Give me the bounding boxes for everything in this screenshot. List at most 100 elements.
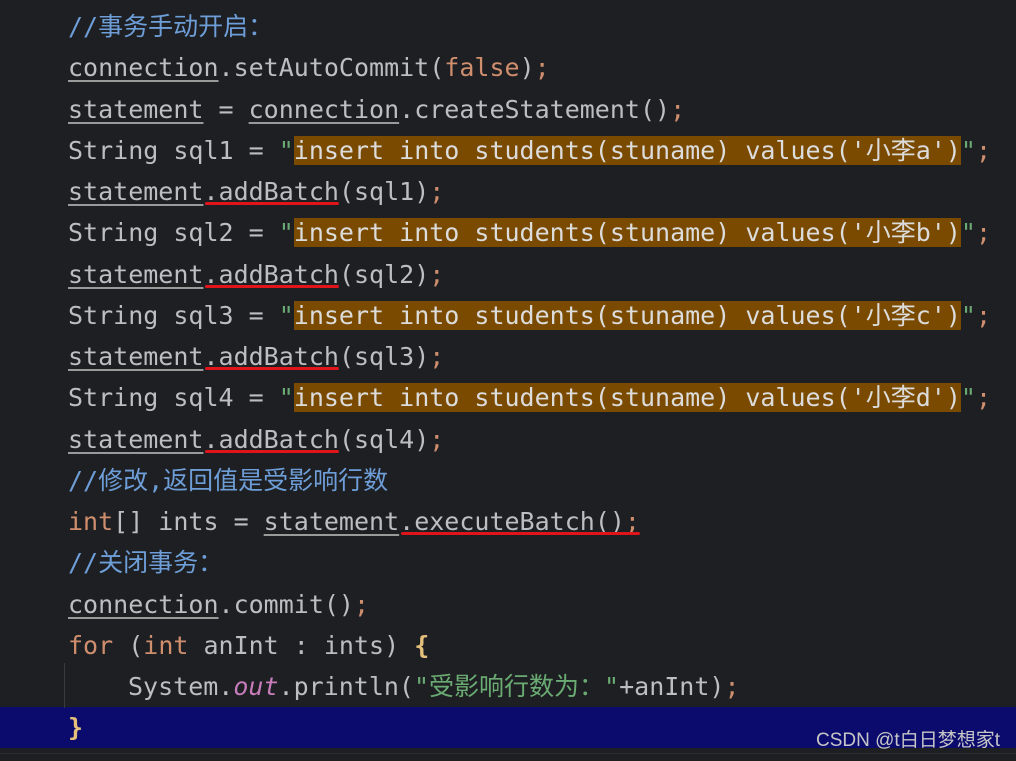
code-line-7[interactable]: statement.addBatch(sql2); [0, 254, 1016, 295]
code-token: anInt : ints) [188, 630, 415, 660]
code-token: ; [429, 259, 445, 289]
code-token: statement [68, 94, 204, 124]
indent-guide [64, 663, 65, 708]
code-token: " [960, 300, 976, 330]
code-line-2[interactable]: connection.setAutoCommit(false); [0, 47, 1016, 88]
code-token: insert into students(stuname) values('小李… [293, 300, 961, 330]
code-token: ( [113, 630, 144, 660]
code-line-13[interactable]: int[] ints = statement.executeBatch(); [0, 501, 1016, 542]
red-underline-mark [205, 367, 339, 370]
code-token: statement [68, 424, 204, 454]
code-token: " [278, 383, 294, 413]
code-line-4[interactable]: String sql1 = "insert into students(stun… [0, 130, 1016, 171]
code-text: statement.addBatch(sql1); [68, 171, 444, 212]
code-token: { [414, 630, 430, 660]
code-token: false [444, 53, 520, 83]
code-token: System. [128, 672, 234, 701]
code-text: connection.commit(); [68, 584, 369, 625]
code-text: statement = connection.createStatement()… [68, 89, 685, 130]
code-token: .commit() [218, 589, 354, 619]
code-text: statement.addBatch(sql3); [68, 336, 444, 377]
code-token: String sql1 = [68, 135, 279, 165]
code-token: ) [519, 53, 535, 83]
code-editor[interactable]: //事务手动开启： connection.setAutoCommit(false)… [0, 0, 1016, 761]
code-token: ; [975, 218, 992, 248]
code-token: out [233, 672, 279, 701]
code-token: statement [68, 177, 204, 206]
code-token: = [203, 94, 249, 124]
red-underline-mark [205, 284, 339, 288]
code-line-16[interactable]: for (int anInt : ints) { [0, 625, 1016, 666]
code-token: .createStatement() [399, 94, 671, 124]
code-token: (sql1) [338, 177, 430, 206]
code-token: for [68, 630, 114, 660]
code-token: ; [975, 135, 992, 165]
red-underline-mark [205, 202, 339, 205]
code-token: insert into students(stuname) values('小李… [293, 383, 961, 413]
code-token: connection [248, 94, 400, 124]
code-text: } [68, 707, 83, 748]
code-token: //事务手动开启： [68, 12, 274, 41]
code-token: (sql4) [338, 424, 430, 454]
code-text: for (int anInt : ints) { [68, 625, 429, 666]
code-text: String sql3 = "insert into students(stun… [68, 295, 991, 336]
code-line-8[interactable]: String sql3 = "insert into students(stun… [0, 295, 1016, 336]
code-token: int [143, 630, 189, 660]
code-line-5[interactable]: statement.addBatch(sql1); [0, 171, 1016, 212]
code-token: ; [353, 589, 370, 619]
code-text: int[] ints = statement.executeBatch(); [68, 501, 640, 542]
code-token: .setAutoCommit( [218, 53, 445, 83]
code-token: [] ints = [113, 507, 264, 536]
code-line-12[interactable]: //修改,返回值是受影响行数 [0, 460, 1016, 501]
code-token: " [960, 135, 976, 165]
code-token: int [68, 507, 114, 536]
code-token: statement [263, 507, 400, 536]
code-line-10[interactable]: String sql4 = "insert into students(stun… [0, 377, 1016, 418]
code-token: " [278, 135, 294, 165]
code-token: ; [429, 177, 445, 206]
code-token: //关闭事务： [68, 548, 224, 578]
code-token: ; [534, 53, 550, 83]
code-text: //关闭事务： [68, 542, 223, 583]
code-line-6[interactable]: String sql2 = "insert into students(stun… [0, 212, 1016, 253]
code-token: ; [670, 94, 686, 124]
code-token: +anInt) [619, 672, 725, 701]
code-token: ; [724, 672, 740, 701]
code-token: } [68, 713, 84, 743]
code-token: ; [429, 342, 445, 371]
code-token: " [960, 218, 976, 248]
code-token: //修改,返回值是受影响行数 [68, 465, 389, 495]
code-text: //事务手动开启： [68, 6, 273, 47]
code-line-17[interactable]: System.out.println("受影响行数为："+anInt); [0, 666, 1016, 707]
code-token: " [960, 383, 976, 413]
code-token: ; [975, 300, 992, 330]
partial-next-line [0, 753, 1016, 761]
code-line-14[interactable]: //关闭事务： [0, 542, 1016, 583]
code-token: (sql2) [338, 259, 430, 289]
red-underline-mark [205, 449, 339, 453]
code-token: " [278, 218, 294, 248]
code-text: statement.addBatch(sql2); [68, 254, 444, 295]
code-text: statement.addBatch(sql4); [68, 419, 444, 460]
code-token: "受影响行数为：" [413, 672, 620, 701]
code-line-9[interactable]: statement.addBatch(sql3); [0, 336, 1016, 377]
watermark: CSDN @t白日梦想家t [816, 730, 1000, 751]
code-token: insert into students(stuname) values('小李… [293, 218, 961, 248]
code-text: String sql2 = "insert into students(stun… [68, 212, 991, 253]
code-line-11[interactable]: statement.addBatch(sql4); [0, 419, 1016, 460]
code-token: " [278, 300, 294, 330]
code-line-3[interactable]: statement = connection.createStatement()… [0, 89, 1016, 130]
code-text: String sql1 = "insert into students(stun… [68, 130, 991, 171]
code-token: connection [68, 53, 219, 83]
code-token: .println( [278, 672, 414, 701]
code-token: ; [975, 383, 992, 413]
code-text: System.out.println("受影响行数为："+anInt); [128, 666, 740, 707]
code-line-1[interactable]: //事务手动开启： [0, 6, 1016, 47]
code-text: String sql4 = "insert into students(stun… [68, 377, 991, 418]
code-token: String sql2 = [68, 218, 279, 248]
code-token: (sql3) [338, 342, 430, 371]
code-line-15[interactable]: connection.commit(); [0, 584, 1016, 625]
code-token: String sql4 = [68, 383, 279, 413]
code-token: insert into students(stuname) values('小李… [293, 135, 961, 165]
code-token: String sql3 = [68, 300, 279, 330]
